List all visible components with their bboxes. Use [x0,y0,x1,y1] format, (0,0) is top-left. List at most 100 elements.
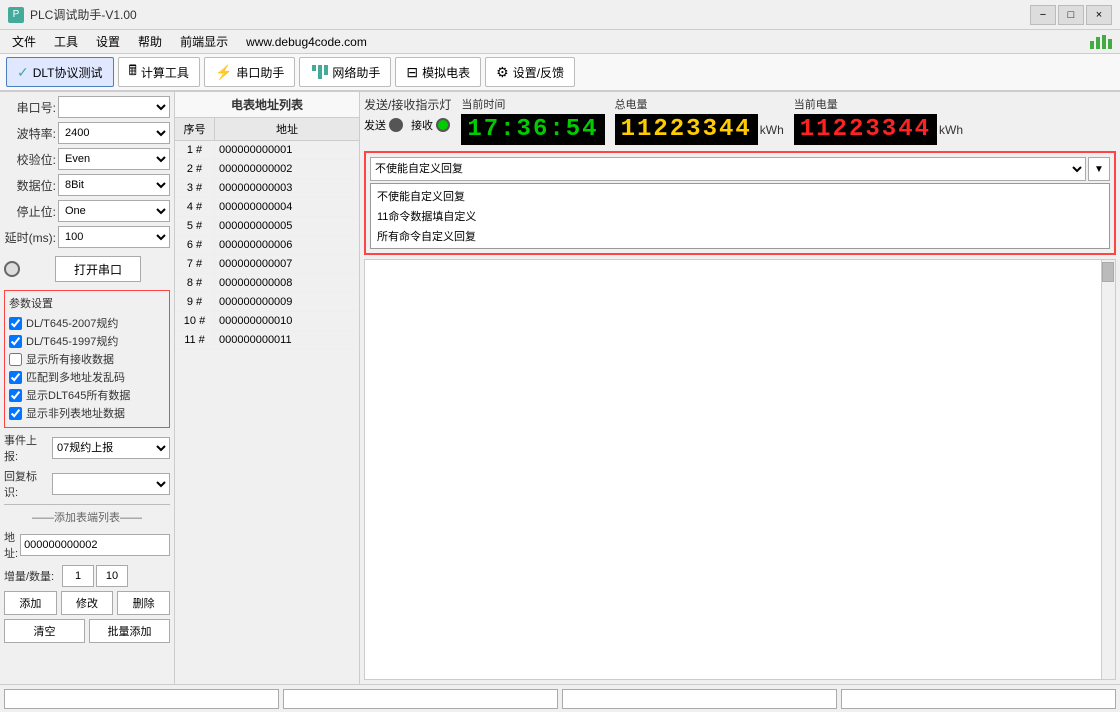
top-info-row: 发送/接收指示灯 发送 接收 当前时间 17:36:54 [364,96,1116,145]
event-label: 事件上报: [4,432,48,464]
checkbox-match-multi[interactable] [9,371,22,384]
parity-row: 校验位: Even [4,148,170,170]
cell-addr: 000000000010 [215,312,359,330]
delay-select[interactable]: 100 [58,226,170,248]
checkbox-show-all[interactable] [9,353,22,366]
menu-settings[interactable]: 设置 [88,31,128,52]
reply-row: 回复标识: [4,468,170,500]
incr-row: 增量/数量: [4,565,170,587]
total-power-display-group: 总电量 11223344 kWh [615,96,784,145]
cmd-select[interactable]: 不使能自定义回复 11命令数据填自定义 所有命令自定义回复 [370,157,1086,181]
cmd-dropdown-button[interactable]: ▼ [1088,157,1110,181]
baud-select[interactable]: 2400 [58,122,170,144]
cell-num: 3 # [175,179,215,197]
send-indicator-dot [389,118,403,132]
stop-bit-select[interactable]: One [58,200,170,222]
close-button[interactable]: × [1086,5,1112,25]
cell-addr: 000000000005 [215,217,359,235]
main-area: 串口号: 波特率: 2400 校验位: Even 数据位: 8Bit 停止位: … [0,92,1120,684]
add-button[interactable]: 添加 [4,591,57,615]
quantity-input[interactable] [96,565,128,587]
right-panel: 发送/接收指示灯 发送 接收 当前时间 17:36:54 [360,92,1120,684]
table-row[interactable]: 6 #000000000006 [175,236,359,255]
checkbox-show-nonlist[interactable] [9,407,22,420]
minimize-button[interactable]: − [1030,5,1056,25]
cell-num: 7 # [175,255,215,273]
status-input-1[interactable] [4,689,279,709]
serial-icon: ⚡ [215,64,232,81]
status-input-3[interactable] [562,689,837,709]
menu-file[interactable]: 文件 [4,31,44,52]
checkbox-show-dlt645[interactable] [9,389,22,402]
status-bar [0,684,1120,712]
log-scrollbar[interactable] [1101,260,1115,679]
checkbox-row-1: DL/T645-1997规约 [9,333,165,349]
menu-help[interactable]: 帮助 [130,31,170,52]
scrollbar-thumb[interactable] [1102,262,1114,282]
cmd-option-2[interactable]: 所有命令自定义回复 [371,226,1109,246]
data-bit-select[interactable]: 8Bit [58,174,170,196]
sr-section: 发送/接收指示灯 发送 接收 [364,96,451,133]
open-port-button[interactable]: 打开串口 [55,256,141,282]
log-area[interactable] [364,259,1116,680]
tool-settings[interactable]: ⚙ 设置/反馈 [485,57,575,87]
checkbox-dlt1997-label: DL/T645-1997规约 [26,333,118,349]
delete-button[interactable]: 删除 [117,591,170,615]
tool-serial[interactable]: ⚡ 串口助手 [204,57,295,87]
parity-select[interactable]: Even [58,148,170,170]
cell-addr: 000000000002 [215,160,359,178]
time-display-group: 当前时间 17:36:54 [461,96,604,145]
tool-dlt-protocol[interactable]: ✓ DLT协议测试 [6,57,114,87]
send-label: 发送 [364,117,386,133]
clear-button[interactable]: 清空 [4,619,85,643]
checkbox-dlt2007-label: DL/T645-2007规约 [26,315,118,331]
port-row: 串口号: [4,96,170,118]
checkbox-row-3: 匹配到多地址发乱码 [9,369,165,385]
left-panel: 串口号: 波特率: 2400 校验位: Even 数据位: 8Bit 停止位: … [0,92,175,684]
event-select[interactable]: 07规约上报 [52,437,170,459]
table-row[interactable]: 2 #000000000002 [175,160,359,179]
edit-button[interactable]: 修改 [61,591,114,615]
total-power-display: 11223344 [615,114,758,145]
tool-calculator[interactable]: 🖩 计算工具 [118,57,200,87]
delay-row: 延时(ms): 100 [4,226,170,248]
recv-label: 接收 [411,117,433,133]
cmd-option-0[interactable]: 不使能自定义回复 [371,186,1109,206]
status-input-2[interactable] [283,689,558,709]
table-row[interactable]: 9 #000000000009 [175,293,359,312]
cell-num: 8 # [175,274,215,292]
cmd-option-1[interactable]: 11命令数据填自定义 [371,206,1109,226]
table-row[interactable]: 1 #000000000001 [175,141,359,160]
addr-input[interactable] [20,534,170,556]
menu-frontend[interactable]: 前端显示 [172,31,236,52]
checkbox-dlt2007[interactable] [9,317,22,330]
reply-select[interactable] [52,473,170,495]
current-power-label: 当前电量 [794,96,838,112]
port-status-indicator [4,261,20,277]
tool-meter[interactable]: ⊟ 模拟电表 [395,57,481,87]
cell-num: 9 # [175,293,215,311]
tool-network[interactable]: 网络助手 [299,57,391,87]
maximize-button[interactable]: □ [1058,5,1084,25]
port-select[interactable] [58,96,170,118]
total-power-unit: kWh [760,123,784,137]
menu-tools[interactable]: 工具 [46,31,86,52]
table-row[interactable]: 3 #000000000003 [175,179,359,198]
batch-add-button[interactable]: 批量添加 [89,619,170,643]
table-row[interactable]: 8 #000000000008 [175,274,359,293]
increment-input[interactable] [62,565,94,587]
col-addr-header: 地址 [215,118,359,140]
table-row[interactable]: 10 #000000000010 [175,312,359,331]
table-row[interactable]: 5 #000000000005 [175,217,359,236]
sr-label: 发送/接收指示灯 [364,96,451,113]
cell-num: 11 # [175,331,215,349]
meter-icon: ⊟ [406,64,418,81]
table-row[interactable]: 4 #000000000004 [175,198,359,217]
table-row[interactable]: 11 #000000000011 [175,331,359,350]
title-bar: P PLC调试助手-V1.00 − □ × [0,0,1120,30]
checkbox-dlt1997[interactable] [9,335,22,348]
status-input-4[interactable] [841,689,1116,709]
action-row-1: 添加 修改 删除 [4,591,170,615]
table-row[interactable]: 7 #000000000007 [175,255,359,274]
toolbar-right-icons [1088,33,1116,51]
